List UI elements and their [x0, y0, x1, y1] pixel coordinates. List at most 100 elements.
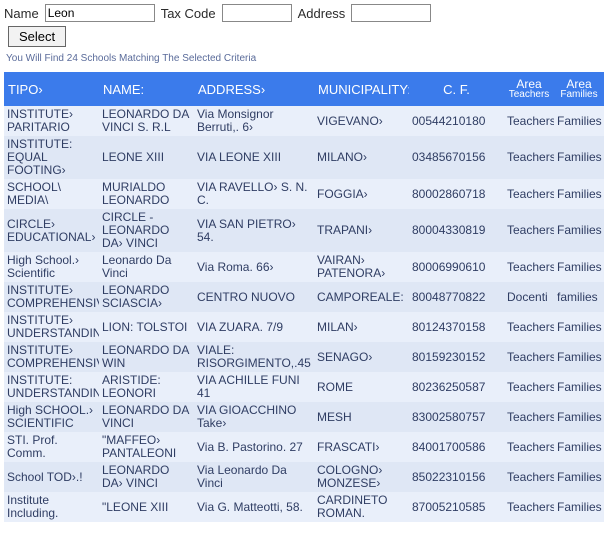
table-row: School TOD›.!LEONARDO DA› VINCIVia Leona… [4, 462, 604, 492]
table-row: INSTITUTE› PARITARIOLEONARDO DA VINCI S.… [4, 106, 604, 136]
header-tipo[interactable]: TIPO› [4, 72, 99, 106]
table-row: INSTITUTE› UNDERSTANDINGLION: TOLSTOIVIA… [4, 312, 604, 342]
table-row: STI. Prof. Comm."MAFFEO› PANTALEONIVia B… [4, 432, 604, 462]
cell-name: LEONE XIII [99, 136, 194, 179]
cell-municipality: ROME [314, 372, 409, 402]
header-area-sub-1: Teachers [506, 90, 552, 100]
cell-address: VIALE: RISORGIMENTO,.45 [194, 342, 314, 372]
cell-cf: 85022310156 [409, 462, 504, 492]
cell-municipality: SENAGO› [314, 342, 409, 372]
cell-tipo: INSTITUTE: EQUAL FOOTING› [4, 136, 99, 179]
result-count-note: You Will Find 24 Schools Matching The Se… [0, 47, 610, 72]
header-municipality[interactable]: MUNICIPALITY: [314, 72, 409, 106]
link-families[interactable]: Families [554, 179, 604, 209]
cell-address: VIA ACHILLE FUNI 41 [194, 372, 314, 402]
cell-municipality: VAIRAN› PATENORA› [314, 252, 409, 282]
cell-name: LEONARDO DA VINCI [99, 402, 194, 432]
link-teachers[interactable]: Teachers [504, 179, 554, 209]
cell-cf: 03485670156 [409, 136, 504, 179]
cell-municipality: CARDINETO ROMAN. [314, 492, 409, 522]
link-teachers[interactable]: Teachers [504, 372, 554, 402]
link-teachers[interactable]: Teachers [504, 432, 554, 462]
cell-cf: 80236250587 [409, 372, 504, 402]
header-area-families[interactable]: Area Families [554, 72, 604, 106]
link-teachers[interactable]: Docenti [504, 282, 554, 312]
link-families[interactable]: Families [554, 492, 604, 522]
link-teachers[interactable]: Teachers [504, 209, 554, 252]
link-teachers[interactable]: Teachers [504, 312, 554, 342]
header-area-sub-2: Families [556, 90, 602, 100]
address-input[interactable] [351, 4, 431, 22]
cell-cf: 80006990610 [409, 252, 504, 282]
link-families[interactable]: Families [554, 462, 604, 492]
cell-address: VIA RAVELLO› S. N. C. [194, 179, 314, 209]
tax-label: Tax Code [161, 6, 216, 21]
link-families[interactable]: Families [554, 106, 604, 136]
link-teachers[interactable]: Teachers [504, 462, 554, 492]
cell-municipality: FOGGIA› [314, 179, 409, 209]
cell-municipality: MILANO› [314, 136, 409, 179]
cell-address: VIA LEONE XIII [194, 136, 314, 179]
tax-code-input[interactable] [222, 4, 292, 22]
name-label: Name [4, 6, 39, 21]
cell-cf: 80004330819 [409, 209, 504, 252]
table-row: INSTITUTE› COMPREHENSIVELEONARDO SCIASCI… [4, 282, 604, 312]
link-families[interactable]: Families [554, 136, 604, 179]
cell-tipo: School TOD›.! [4, 462, 99, 492]
cell-cf: 00544210180 [409, 106, 504, 136]
cell-tipo: STI. Prof. Comm. [4, 432, 99, 462]
cell-tipo: High SCHOOL.› SCIENTIFIC [4, 402, 99, 432]
cell-cf: 84001700586 [409, 432, 504, 462]
cell-name: LEONARDO DA› VINCI [99, 462, 194, 492]
link-teachers[interactable]: Teachers [504, 136, 554, 179]
link-teachers[interactable]: Teachers [504, 342, 554, 372]
cell-municipality: FRASCATI› [314, 432, 409, 462]
cell-tipo: INSTITUTE› UNDERSTANDING [4, 312, 99, 342]
link-teachers[interactable]: Teachers [504, 492, 554, 522]
link-families[interactable]: Families [554, 252, 604, 282]
cell-cf: 83002580757 [409, 402, 504, 432]
cell-address: Via Monsignor Berruti,. 6› [194, 106, 314, 136]
link-families[interactable]: Families [554, 312, 604, 342]
cell-name: CIRCLE - LEONARDO DA› VINCI [99, 209, 194, 252]
link-families[interactable]: Families [554, 209, 604, 252]
cell-tipo: CIRCLE› EDUCATIONAL› [4, 209, 99, 252]
cell-name: LEONARDO SCIASCIA› [99, 282, 194, 312]
cell-municipality: TRAPANI› [314, 209, 409, 252]
link-families[interactable]: families [554, 282, 604, 312]
table-row: Institute Including."LEONE XIIIVia G. Ma… [4, 492, 604, 522]
header-cf[interactable]: C. F. [409, 72, 504, 106]
header-name[interactable]: NAME: [99, 72, 194, 106]
cell-cf: 80048770822 [409, 282, 504, 312]
name-input[interactable] [45, 4, 155, 22]
select-button[interactable]: Select [8, 26, 66, 47]
link-families[interactable]: Families [554, 402, 604, 432]
cell-name: "LEONE XIII [99, 492, 194, 522]
table-row: SCHOOL\ MEDIA\MURIALDO LEONARDOVIA RAVEL… [4, 179, 604, 209]
cell-municipality: VIGEVANO› [314, 106, 409, 136]
cell-cf: 80124370158 [409, 312, 504, 342]
address-label: Address [298, 6, 346, 21]
link-teachers[interactable]: Teachers [504, 252, 554, 282]
header-area-teachers[interactable]: Area Teachers [504, 72, 554, 106]
cell-tipo: Institute Including. [4, 492, 99, 522]
search-bar: Name Tax Code Address [0, 0, 610, 24]
cell-address: Via Roma. 66› [194, 252, 314, 282]
cell-name: LEONARDO DA VINCI S. R.L [99, 106, 194, 136]
link-families[interactable]: Families [554, 432, 604, 462]
cell-address: VIA SAN PIETRO› 54. [194, 209, 314, 252]
link-teachers[interactable]: Teachers [504, 402, 554, 432]
table-row: CIRCLE› EDUCATIONAL›CIRCLE - LEONARDO DA… [4, 209, 604, 252]
link-families[interactable]: Families [554, 342, 604, 372]
link-teachers[interactable]: Teachers [504, 106, 554, 136]
cell-address: CENTRO NUOVO [194, 282, 314, 312]
cell-tipo: INSTITUTE› PARITARIO [4, 106, 99, 136]
cell-tipo: High School.› Scientific [4, 252, 99, 282]
cell-address: Via G. Matteotti, 58. [194, 492, 314, 522]
link-families[interactable]: Families [554, 372, 604, 402]
cell-municipality: MILAN› [314, 312, 409, 342]
cell-address: Via Leonardo Da Vinci [194, 462, 314, 492]
cell-municipality: COLOGNO› MONZESE› [314, 462, 409, 492]
header-address[interactable]: ADDRESS› [194, 72, 314, 106]
cell-address: Via B. Pastorino. 27 [194, 432, 314, 462]
